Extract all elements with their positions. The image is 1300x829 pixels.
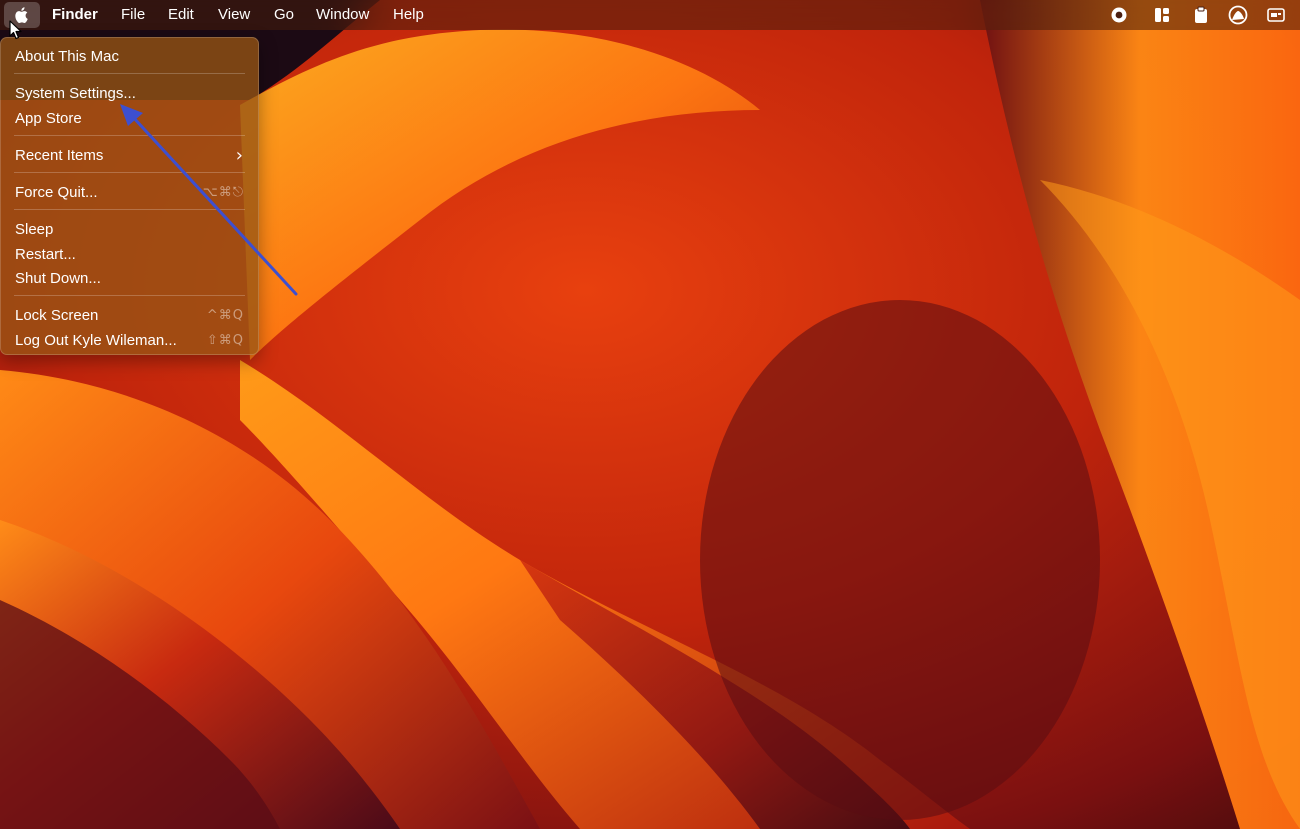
- menu-item-label: Shut Down...: [15, 269, 101, 287]
- control-center-icon[interactable]: [1266, 5, 1286, 25]
- screen-record-icon[interactable]: [1109, 5, 1129, 25]
- menu-item-shortcut: ⌥⌘⎋: [202, 184, 244, 200]
- stage-manager-icon[interactable]: [1152, 5, 1172, 25]
- menu-item-log-out[interactable]: Log Out Kyle Wileman... ⇧⌘Q: [7, 328, 252, 352]
- menu-item-shut-down[interactable]: Shut Down...: [7, 266, 252, 290]
- menu-item-label: Sleep: [15, 220, 54, 238]
- menu-item-label: Recent Items: [15, 146, 104, 164]
- menu-item-label: Restart...: [15, 245, 76, 263]
- menu-item-sleep[interactable]: Sleep: [7, 217, 252, 241]
- chevron-right-icon: ›: [235, 144, 244, 166]
- menu-item-restart[interactable]: Restart...: [7, 242, 252, 266]
- desktop: Finder File Edit View Go Window Help Abo…: [0, 0, 1300, 829]
- menu-item-force-quit[interactable]: Force Quit... ⌥⌘⎋: [7, 180, 252, 204]
- menu-separator: [14, 295, 245, 296]
- menubar-file[interactable]: File: [121, 0, 145, 30]
- menu-item-shortcut: ^⌘Q: [206, 307, 244, 323]
- clipboard-icon[interactable]: [1191, 5, 1211, 25]
- mouse-cursor-icon: [9, 20, 22, 40]
- menu-separator: [14, 73, 245, 74]
- menubar-help[interactable]: Help: [393, 0, 424, 30]
- menu-item-label: Force Quit...: [15, 183, 98, 201]
- menu-item-app-store[interactable]: App Store: [7, 106, 252, 130]
- menu-separator: [14, 172, 245, 173]
- menubar-app-name[interactable]: Finder: [52, 0, 98, 30]
- menubar-edit[interactable]: Edit: [168, 0, 194, 30]
- menu-item-label: Log Out Kyle Wileman...: [15, 331, 177, 349]
- menu-item-shortcut: ⇧⌘Q: [206, 332, 244, 348]
- menu-item-label: App Store: [15, 109, 82, 127]
- menubar-view[interactable]: View: [218, 0, 250, 30]
- menubar-go[interactable]: Go: [274, 0, 294, 30]
- menu-item-label: Lock Screen: [15, 306, 99, 324]
- user-account-icon[interactable]: [1228, 5, 1248, 25]
- menu-item-system-settings[interactable]: System Settings...: [7, 81, 252, 105]
- apple-menu-dropdown: About This Mac System Settings... App St…: [0, 37, 259, 355]
- menu-bar: Finder File Edit View Go Window Help: [0, 0, 1300, 30]
- menu-item-lock-screen[interactable]: Lock Screen ^⌘Q: [7, 303, 252, 327]
- menu-separator: [14, 209, 245, 210]
- menu-separator: [14, 135, 245, 136]
- menu-item-about-this-mac[interactable]: About This Mac: [7, 44, 252, 68]
- menubar-window[interactable]: Window: [316, 0, 369, 30]
- menu-item-recent-items[interactable]: Recent Items ›: [7, 143, 252, 167]
- menu-item-label: About This Mac: [15, 47, 119, 65]
- menu-item-label: System Settings...: [15, 84, 136, 102]
